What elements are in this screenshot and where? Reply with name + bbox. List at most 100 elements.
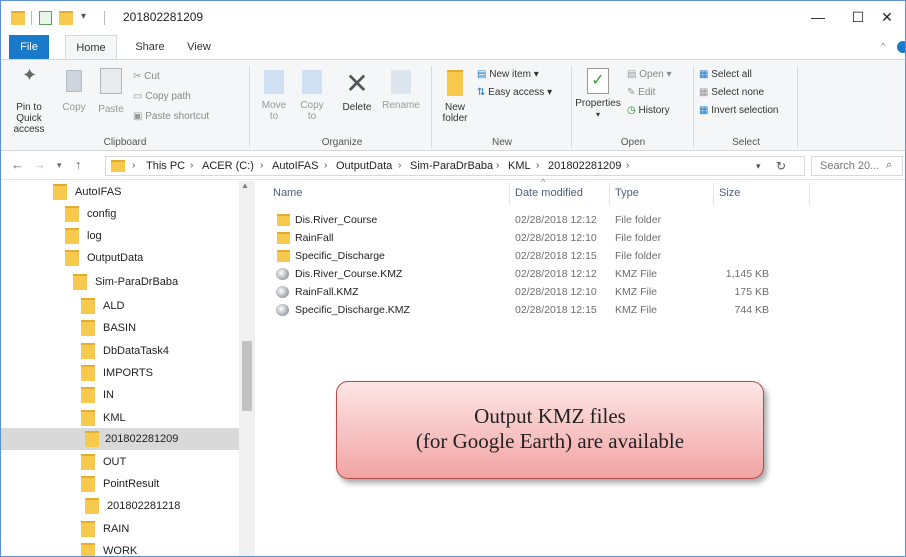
nav-item-log[interactable]: log: [65, 225, 233, 247]
pin-to-quick-access-button[interactable]: ✦ Pin to Quick access: [5, 66, 53, 135]
breadcrumb-acer-c[interactable]: ACER (C:): [202, 160, 254, 172]
rename-icon: [391, 70, 411, 94]
forward-button[interactable]: →: [33, 157, 46, 172]
folder-icon: [277, 232, 290, 244]
column-header-date-modified[interactable]: Date modified: [515, 187, 583, 199]
window-title: 201802281209: [123, 10, 204, 24]
nav-item-in[interactable]: IN: [81, 384, 233, 406]
table-row[interactable]: RainFall 02/28/2018 12:10 File folder: [269, 229, 789, 247]
open-button[interactable]: ▤ Open ▾: [627, 68, 672, 82]
paste-button[interactable]: Paste: [93, 68, 129, 115]
breadcrumb-kml[interactable]: KML: [508, 160, 531, 172]
column-header-size[interactable]: Size: [719, 187, 740, 199]
back-button[interactable]: ←: [11, 157, 24, 172]
cut-button[interactable]: ✂ Cut: [133, 70, 160, 84]
close-button[interactable]: ✕: [869, 1, 905, 33]
table-row[interactable]: Specific_Discharge 02/28/2018 12:15 File…: [269, 247, 789, 265]
folder-icon: [85, 498, 99, 514]
explorer-window: ▾ 201802281209 — ☐ ✕ File Home Share Vie…: [0, 0, 906, 557]
invert-selection-button[interactable]: ▦ Invert selection: [699, 104, 779, 118]
folder-icon: [65, 250, 79, 266]
select-none-button[interactable]: ▦ Select none: [699, 86, 764, 100]
rename-button[interactable]: Rename: [381, 70, 421, 111]
tab-file[interactable]: File: [9, 35, 49, 59]
new-group-label: New: [491, 137, 512, 148]
select-none-label: Select none: [711, 87, 765, 98]
address-bar[interactable]: › This PC › ACER (C:) › AutoIFAS › Outpu…: [105, 156, 805, 176]
open-icon: ▤: [627, 69, 640, 80]
nav-item-pointresult[interactable]: PointResult: [81, 473, 233, 495]
select-all-button[interactable]: ▦ Select all: [699, 68, 752, 82]
delete-button[interactable]: ✕ Delete: [337, 70, 377, 114]
recent-locations-icon[interactable]: ▾: [57, 160, 62, 171]
search-box[interactable]: Search 20... ⌕: [811, 156, 903, 176]
breadcrumb-autoifas[interactable]: AutoIFAS: [272, 160, 318, 172]
breadcrumb-outputdata[interactable]: OutputData: [336, 160, 392, 172]
folder-icon: [81, 521, 95, 537]
history-button[interactable]: ◷ History: [627, 104, 670, 118]
nav-item-imports[interactable]: IMPORTS: [81, 362, 233, 384]
breadcrumb-separator: ›: [398, 160, 402, 171]
nav-item-autoifas[interactable]: AutoIFAS: [53, 181, 233, 203]
up-button[interactable]: ↑: [75, 157, 82, 172]
nav-item-config[interactable]: config: [65, 203, 233, 225]
refresh-icon[interactable]: ↻: [776, 159, 786, 173]
folder-icon: [81, 365, 95, 381]
new-folder-button[interactable]: New folder: [437, 70, 473, 124]
title-bar: ▾ 201802281209 — ☐ ✕: [1, 1, 905, 33]
table-row[interactable]: Specific_Discharge.KMZ 02/28/2018 12:15 …: [269, 301, 789, 319]
breadcrumb-this-pc[interactable]: This PC: [146, 160, 185, 172]
nav-item-out[interactable]: OUT: [81, 451, 233, 473]
nav-label: IMPORTS: [103, 367, 153, 379]
breadcrumb-201802281209[interactable]: 201802281209: [548, 160, 621, 172]
tab-share[interactable]: Share: [129, 35, 171, 59]
kmz-file-icon: [276, 268, 289, 280]
folder-icon: [65, 206, 79, 222]
new-folder-quick-icon[interactable]: [59, 11, 73, 25]
pin-label: Pin to Quick access: [13, 102, 45, 135]
scissors-icon: ✂: [133, 71, 145, 82]
collapse-ribbon-icon[interactable]: ^: [881, 41, 885, 51]
address-dropdown-icon[interactable]: ▾: [756, 161, 761, 172]
nav-item-sim-paradrbaba[interactable]: Sim-ParaDrBaba: [73, 271, 233, 293]
paste-shortcut-button[interactable]: ▣ Paste shortcut: [133, 110, 209, 124]
nav-label: BASIN: [103, 322, 137, 334]
address-row: ← → ▾ ↑ › This PC › ACER (C:) › AutoIFAS…: [1, 152, 905, 180]
scroll-up-icon[interactable]: ▲: [241, 181, 249, 190]
edit-label: Edit: [638, 87, 656, 98]
nav-item-201802281218[interactable]: 201802281218: [85, 495, 233, 517]
table-row[interactable]: Dis.River_Course.KMZ 02/28/2018 12:12 KM…: [269, 265, 789, 283]
column-header-name[interactable]: Name: [273, 187, 302, 199]
customize-quick-access-icon[interactable]: ▾: [81, 11, 86, 25]
copy-to-button[interactable]: Copy to: [295, 70, 329, 122]
nav-scrollbar-thumb[interactable]: [242, 341, 252, 411]
copy-button[interactable]: Copy: [57, 70, 91, 113]
nav-item-kml[interactable]: KML: [81, 407, 233, 429]
properties-button[interactable]: ✓ Properties ▾: [575, 68, 621, 120]
nav-item-dbdatatask4[interactable]: DbDataTask4: [81, 340, 233, 362]
folder-icon: [81, 476, 95, 492]
table-row[interactable]: Dis.River_Course 02/28/2018 12:12 File f…: [269, 211, 789, 229]
nav-item-work[interactable]: WORK: [81, 540, 233, 556]
easy-access-button[interactable]: ⇅ Easy access ▾: [477, 86, 552, 100]
nav-item-basin[interactable]: BASIN: [81, 317, 233, 339]
file-date: 02/28/2018 12:12: [515, 214, 597, 226]
breadcrumb-sim-paradrbaba[interactable]: Sim-ParaDrBaba: [410, 160, 493, 172]
nav-item-outputdata[interactable]: OutputData: [65, 247, 233, 269]
column-header-type[interactable]: Type: [615, 187, 639, 199]
copy-path-button[interactable]: ▭ Copy path: [133, 90, 191, 104]
nav-item-201802281209[interactable]: 201802281209: [1, 428, 239, 450]
tab-home[interactable]: Home: [65, 35, 117, 60]
help-icon[interactable]: [897, 41, 905, 53]
copy-path-icon: ▭: [133, 91, 146, 102]
edit-button[interactable]: ✎ Edit: [627, 86, 655, 100]
new-item-button[interactable]: ▤ New item ▾: [477, 68, 539, 82]
properties-quick-icon[interactable]: [39, 11, 52, 25]
tab-view[interactable]: View: [179, 35, 219, 59]
folder-icon: [81, 298, 95, 314]
table-row[interactable]: RainFall.KMZ 02/28/2018 12:10 KMZ File 1…: [269, 283, 789, 301]
nav-item-rain[interactable]: RAIN: [81, 518, 233, 540]
nav-item-ald[interactable]: ALD: [81, 295, 233, 317]
move-label: Move to: [261, 100, 287, 122]
move-to-button[interactable]: Move to: [257, 70, 291, 122]
